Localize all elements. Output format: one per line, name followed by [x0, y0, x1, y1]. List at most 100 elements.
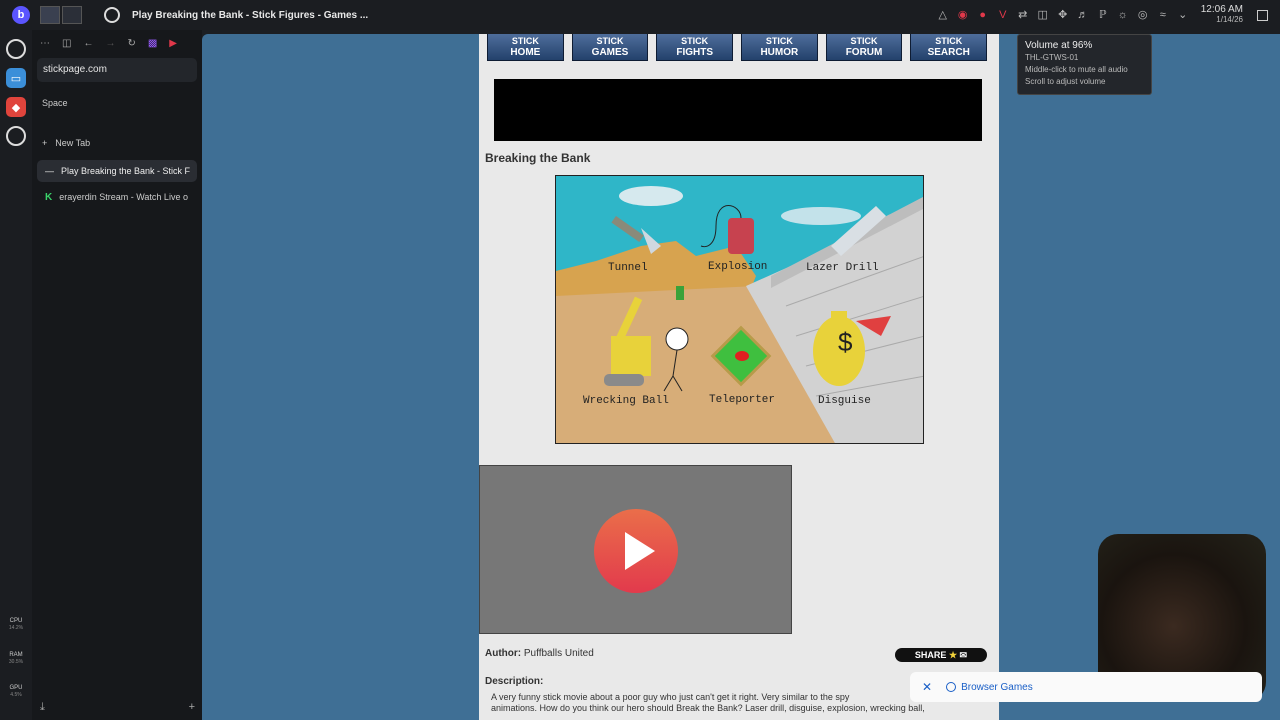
youtube-icon[interactable]: ▶ — [169, 38, 177, 49]
volume-tooltip: Volume at 96% THL-GTWS-01 Middle-click t… — [1017, 34, 1152, 95]
mail-icon: ✉ — [959, 650, 968, 660]
option-explosion[interactable]: Explosion — [708, 261, 767, 273]
sidebar-toggle-icon[interactable]: ◫ — [62, 38, 71, 49]
close-icon[interactable]: ✕ — [922, 680, 932, 694]
browser-icon[interactable] — [6, 39, 26, 59]
toast-link[interactable]: Browser Games — [946, 682, 1033, 693]
back-icon[interactable]: ← — [83, 38, 93, 49]
workspace-thumb[interactable] — [62, 6, 82, 24]
stat-label: CPU — [9, 618, 23, 624]
microphone-icon[interactable]: ◎ — [1137, 9, 1149, 21]
page-content: STICK HOME STICK GAMES STICK FIGHTS STICK HU… — [479, 34, 999, 720]
volume-icon[interactable]: ♬ — [1077, 9, 1089, 21]
option-tunnel[interactable]: Tunnel — [608, 262, 648, 274]
vpn-icon[interactable]: V — [997, 9, 1009, 21]
svg-text:$: $ — [838, 327, 853, 357]
site-nav: STICK HOME STICK GAMES STICK FIGHTS STICK HU… — [487, 34, 988, 61]
reload-icon[interactable]: ↻ — [127, 38, 135, 49]
plus-icon: + — [42, 138, 48, 148]
ad-banner[interactable] — [494, 79, 982, 141]
author-label: Author: — [485, 648, 522, 659]
stat-label: RAM — [9, 652, 23, 658]
nav-forum-button[interactable]: STICK FORUM — [825, 34, 903, 61]
browser-games-toast[interactable]: ✕ Browser Games — [910, 672, 1262, 702]
option-disguise[interactable]: Disguise — [818, 395, 871, 407]
video-player[interactable] — [479, 465, 792, 634]
tooltip-hint: Middle-click to mute all audio — [1025, 65, 1128, 74]
nav-label: FORUM — [845, 47, 883, 58]
nav-home-button[interactable]: STICK HOME — [487, 34, 564, 61]
kick-icon: K — [45, 191, 53, 203]
clock[interactable]: 12:06 AM 1/14/26 — [1201, 5, 1243, 25]
red-dot-icon[interactable]: ● — [977, 9, 989, 21]
nav-logo-text: STICK — [765, 36, 793, 46]
workspace-switcher[interactable] — [40, 6, 82, 24]
gpu-stat: GPU 4.5% — [0, 685, 32, 699]
play-button[interactable] — [594, 509, 678, 593]
cpu-stat: CPU 14.2% — [0, 618, 32, 632]
share-button[interactable]: SHARE ★ ✉ — [895, 648, 987, 662]
files-icon[interactable]: ▭ — [6, 68, 26, 88]
brightness-icon[interactable]: ☼ — [1117, 9, 1129, 21]
nav-label: FIGHTS — [676, 47, 714, 58]
game-screen[interactable]: $ Tunnel Explosion Lazer Drill Wrecking … — [555, 175, 924, 444]
compass-icon — [946, 682, 957, 692]
tooltip-device: THL-GTWS-01 — [1025, 53, 1079, 62]
nav-logo-text: STICK — [850, 36, 878, 46]
nav-logo-text: STICK — [596, 36, 624, 46]
clipboard-icon[interactable]: ◫ — [1037, 9, 1049, 21]
show-desktop-button[interactable] — [1257, 9, 1268, 21]
record-icon[interactable]: ◉ — [957, 9, 969, 21]
nav-games-button[interactable]: STICK GAMES — [571, 34, 649, 61]
author-name[interactable]: Puffballs United — [524, 648, 594, 659]
download-icon[interactable]: ⤓ — [40, 701, 45, 714]
author-line: Author: Puffballs United — [485, 648, 594, 659]
arrows-icon[interactable]: ⇄ — [1017, 9, 1029, 21]
left-rail: ▭ ◆ CPU 14.2% RAM 30.5% GPU 4.5% — [0, 30, 32, 720]
tooltip-hint: Scroll to adjust volume — [1025, 77, 1106, 86]
forward-icon[interactable]: → — [105, 38, 115, 49]
nav-fights-button[interactable]: STICK FIGHTS — [656, 34, 734, 61]
tab-breaking-the-bank[interactable]: — Play Breaking the Bank - Stick F — [37, 160, 197, 182]
option-teleporter[interactable]: Teleporter — [709, 394, 775, 406]
more-icon[interactable]: ⋯ — [40, 38, 50, 49]
tab-label: erayerdin Stream - Watch Live o — [59, 192, 188, 202]
bluetooth-icon[interactable]: ℙ — [1097, 9, 1109, 21]
workspace-thumb[interactable] — [40, 6, 60, 24]
description-heading: Description: — [485, 676, 544, 687]
new-tab-button[interactable]: + New Tab — [32, 108, 202, 148]
tab-kick-stream[interactable]: K erayerdin Stream - Watch Live o — [37, 186, 197, 208]
space-label: Space — [42, 98, 68, 108]
nav-humor-button[interactable]: STICK HUMOR — [741, 34, 818, 61]
nav-logo-text: STICK — [681, 36, 709, 46]
description-line: animations. How do you think our hero sh… — [491, 703, 925, 713]
ram-stat: RAM 30.5% — [0, 652, 32, 666]
nav-logo-text: STICK — [935, 36, 963, 46]
stat-value: 14.2% — [8, 625, 24, 631]
new-tab-label: New Tab — [55, 138, 91, 148]
title-bar: b Play Breaking the Bank - Stick Figures… — [0, 0, 1280, 30]
sidebar-toolbar: ⋯ ◫ ← → ↻ ▩ ▶ — [32, 30, 202, 56]
chevron-down-icon[interactable]: ⌄ — [1177, 9, 1189, 21]
tab-favicon-icon: — — [45, 166, 54, 176]
share-label: SHARE — [914, 650, 947, 660]
wifi-icon[interactable]: ≈ — [1157, 9, 1169, 21]
nav-logo-text: STICK — [511, 36, 539, 46]
address-bar[interactable]: stickpage.com — [37, 58, 197, 82]
app-red-icon[interactable]: ◆ — [6, 97, 26, 117]
system-tray: △ ◉ ● V ⇄ ◫ ✥ ♬ ℙ ☼ ◎ ≈ ⌄ 12:06 AM 1/14/… — [937, 0, 1268, 30]
site-favicon-icon — [104, 7, 120, 23]
nav-label: GAMES — [591, 47, 629, 58]
network-share-icon[interactable]: ✥ — [1057, 9, 1069, 21]
option-wrecking-ball[interactable]: Wrecking Ball — [583, 395, 669, 407]
add-icon[interactable]: + — [189, 701, 195, 714]
obs-icon[interactable] — [6, 126, 26, 146]
extension-icon[interactable]: ▩ — [148, 38, 157, 49]
bell-icon[interactable]: △ — [937, 9, 949, 21]
option-lazer-drill[interactable]: Lazer Drill — [806, 262, 879, 274]
nav-label: HUMOR — [760, 47, 799, 58]
nav-search-button[interactable]: STICK SEARCH — [910, 34, 988, 61]
clock-date: 1/14/26 — [1216, 15, 1243, 24]
toast-label: Browser Games — [961, 681, 1033, 693]
app-logo-icon[interactable]: b — [12, 6, 30, 24]
